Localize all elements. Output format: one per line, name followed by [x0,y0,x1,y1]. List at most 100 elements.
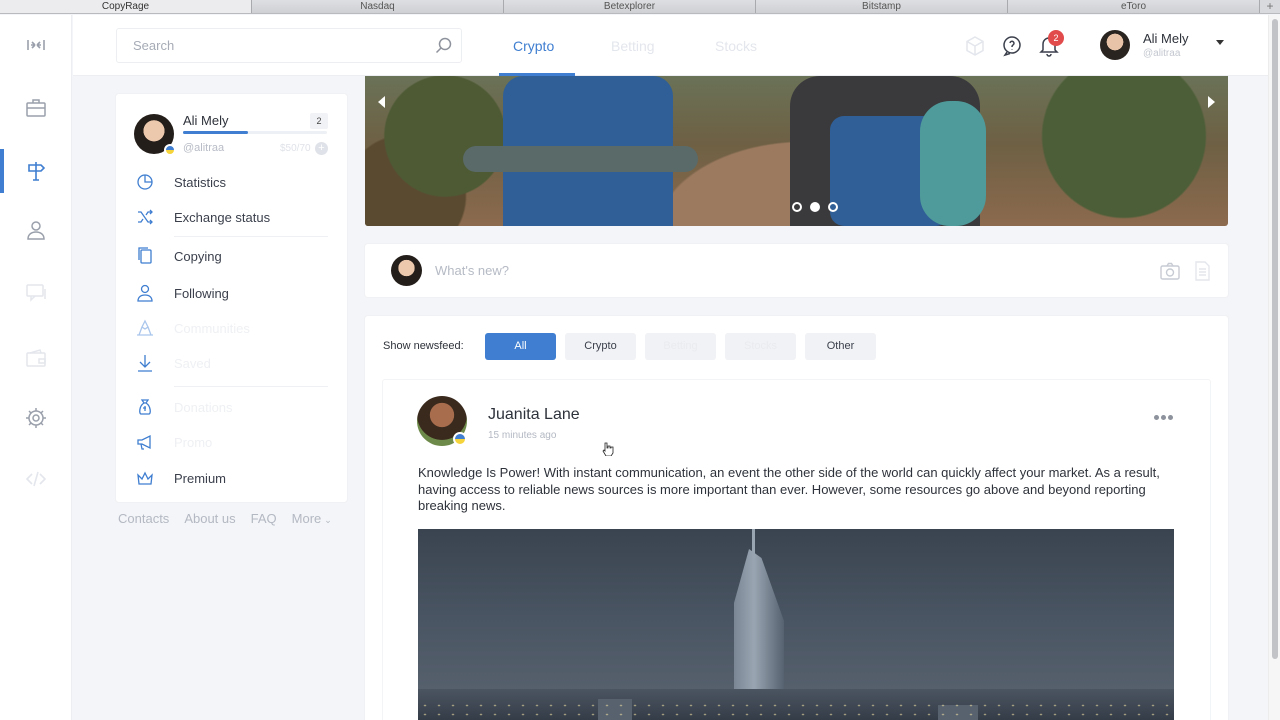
carousel-next-icon[interactable] [1208,96,1215,108]
menu-label: Saved [174,355,211,371]
post-image-city-lights [418,701,1174,720]
post-timestamp: 15 minutes ago [488,430,557,441]
footer-link-contacts[interactable]: Contacts [118,511,169,526]
download-icon [138,355,152,372]
header-avatar[interactable] [1100,30,1130,60]
rail-messages[interactable] [0,270,72,314]
person-icon [137,284,153,302]
add-points-button[interactable]: + [315,142,328,155]
document-icon[interactable] [1191,260,1213,282]
chat-icon [26,284,46,302]
user-menu-caret-icon[interactable] [1216,40,1224,45]
rail-settings[interactable] [0,396,72,440]
mouse-pointer-icon [602,442,614,456]
page-scrollbar[interactable] [1268,15,1280,720]
footer-link-about[interactable]: About us [184,511,235,526]
country-flag-icon [453,432,467,446]
browser-tab-copyrage[interactable]: CopyRage [0,0,252,13]
top-header: Crypto Betting Stocks 2 Ali Mely @alitra… [73,15,1268,76]
menu-promo[interactable]: Promo [136,431,326,453]
profile-count-badge: 2 [310,113,328,129]
newsfeed-panel: Show newsfeed: All Crypto Betting Stocks… [365,316,1228,720]
carousel-dot[interactable] [792,202,802,212]
rail-profile[interactable] [0,208,72,252]
profile-progress-fill [183,131,248,134]
carousel-dot[interactable] [810,202,820,212]
browser-tab-betexplorer[interactable]: Betexplorer [504,0,756,13]
whats-new-input[interactable] [435,259,1035,281]
camera-icon[interactable] [1159,260,1181,282]
menu-label: Promo [174,434,213,450]
search-icon[interactable] [435,37,453,55]
menu-label: Exchange status [174,209,271,225]
newsfeed-filter-label: Show newsfeed: [383,340,464,352]
chevron-down-icon: ⌄ [324,515,332,525]
pie-chart-icon [137,174,153,190]
carousel-prev-icon[interactable] [378,96,385,108]
browser-tab-nasdaq[interactable]: Nasdaq [252,0,504,13]
filter-betting[interactable]: Betting [645,333,716,360]
notification-badge: 2 [1048,30,1064,46]
banner-foliage [968,76,1228,226]
filter-other[interactable]: Other [805,333,876,360]
rail-feed[interactable] [0,149,72,193]
tab-betting[interactable]: Betting [611,38,655,54]
filter-stocks[interactable]: Stocks [725,333,796,360]
new-tab-button[interactable]: + [1260,0,1280,13]
menu-divider [174,236,328,237]
left-rail [0,15,72,720]
megaphone-icon [137,434,151,450]
menu-label: Communities [174,320,250,336]
footer-links: Contacts About us FAQ More ⌄ [118,511,362,526]
shuffle-icon [138,209,153,225]
search-input[interactable] [117,29,417,62]
cube-icon[interactable] [964,35,986,57]
menu-exchange-status[interactable]: Exchange status [136,206,326,228]
menu-following[interactable]: Following [136,282,326,304]
browser-tab-etoro[interactable]: eToro [1008,0,1260,13]
scrollbar-thumb[interactable] [1272,19,1278,659]
post-author-name[interactable]: Juanita Lane [488,406,580,424]
user-icon [27,221,45,240]
menu-communities[interactable]: Communities [136,317,326,339]
rail-wallet[interactable] [0,336,72,380]
carousel-dots [792,202,846,212]
banner-backpack [463,76,698,226]
footer-link-more-label: More [291,511,322,526]
menu-donations[interactable]: Donations [136,396,326,418]
code-icon [25,471,47,487]
menu-statistics[interactable]: Statistics [136,171,326,193]
signpost-icon [28,162,46,181]
tab-crypto[interactable]: Crypto [513,38,554,54]
community-icon [137,319,153,336]
browser-tab-bitstamp[interactable]: Bitstamp [756,0,1008,13]
banner-mat [463,146,698,172]
tab-stocks[interactable]: Stocks [715,38,757,54]
menu-divider [174,386,328,387]
rail-developer[interactable] [0,457,72,501]
filter-crypto[interactable]: Crypto [565,333,636,360]
carousel-dot[interactable] [828,202,838,212]
post-image[interactable] [418,529,1174,720]
search-box [116,28,462,63]
profile-points: $50/70 [280,143,311,154]
header-user-name[interactable]: Ali Mely [1143,31,1189,46]
profile-name[interactable]: Ali Mely [183,113,229,128]
menu-premium[interactable]: Premium [136,467,326,489]
menu-saved[interactable]: Saved [136,352,326,374]
post-more-options-icon[interactable] [1154,415,1175,420]
rail-collapse[interactable] [0,23,72,67]
rail-portfolio[interactable] [0,86,72,130]
banner-carousel [365,76,1228,226]
filter-all[interactable]: All [485,333,556,360]
footer-link-faq[interactable]: FAQ [251,511,277,526]
help-chat-icon[interactable] [1002,35,1024,57]
profile-progress-bar [183,131,327,134]
footer-link-more[interactable]: More ⌄ [292,511,347,526]
post-body-text: Knowledge Is Power! With instant communi… [418,465,1160,513]
menu-copying[interactable]: Copying [136,245,326,267]
menu-label: Copying [174,248,222,264]
country-flag-icon [164,144,176,156]
menu-label: Donations [174,399,233,415]
post-composer [365,244,1228,297]
